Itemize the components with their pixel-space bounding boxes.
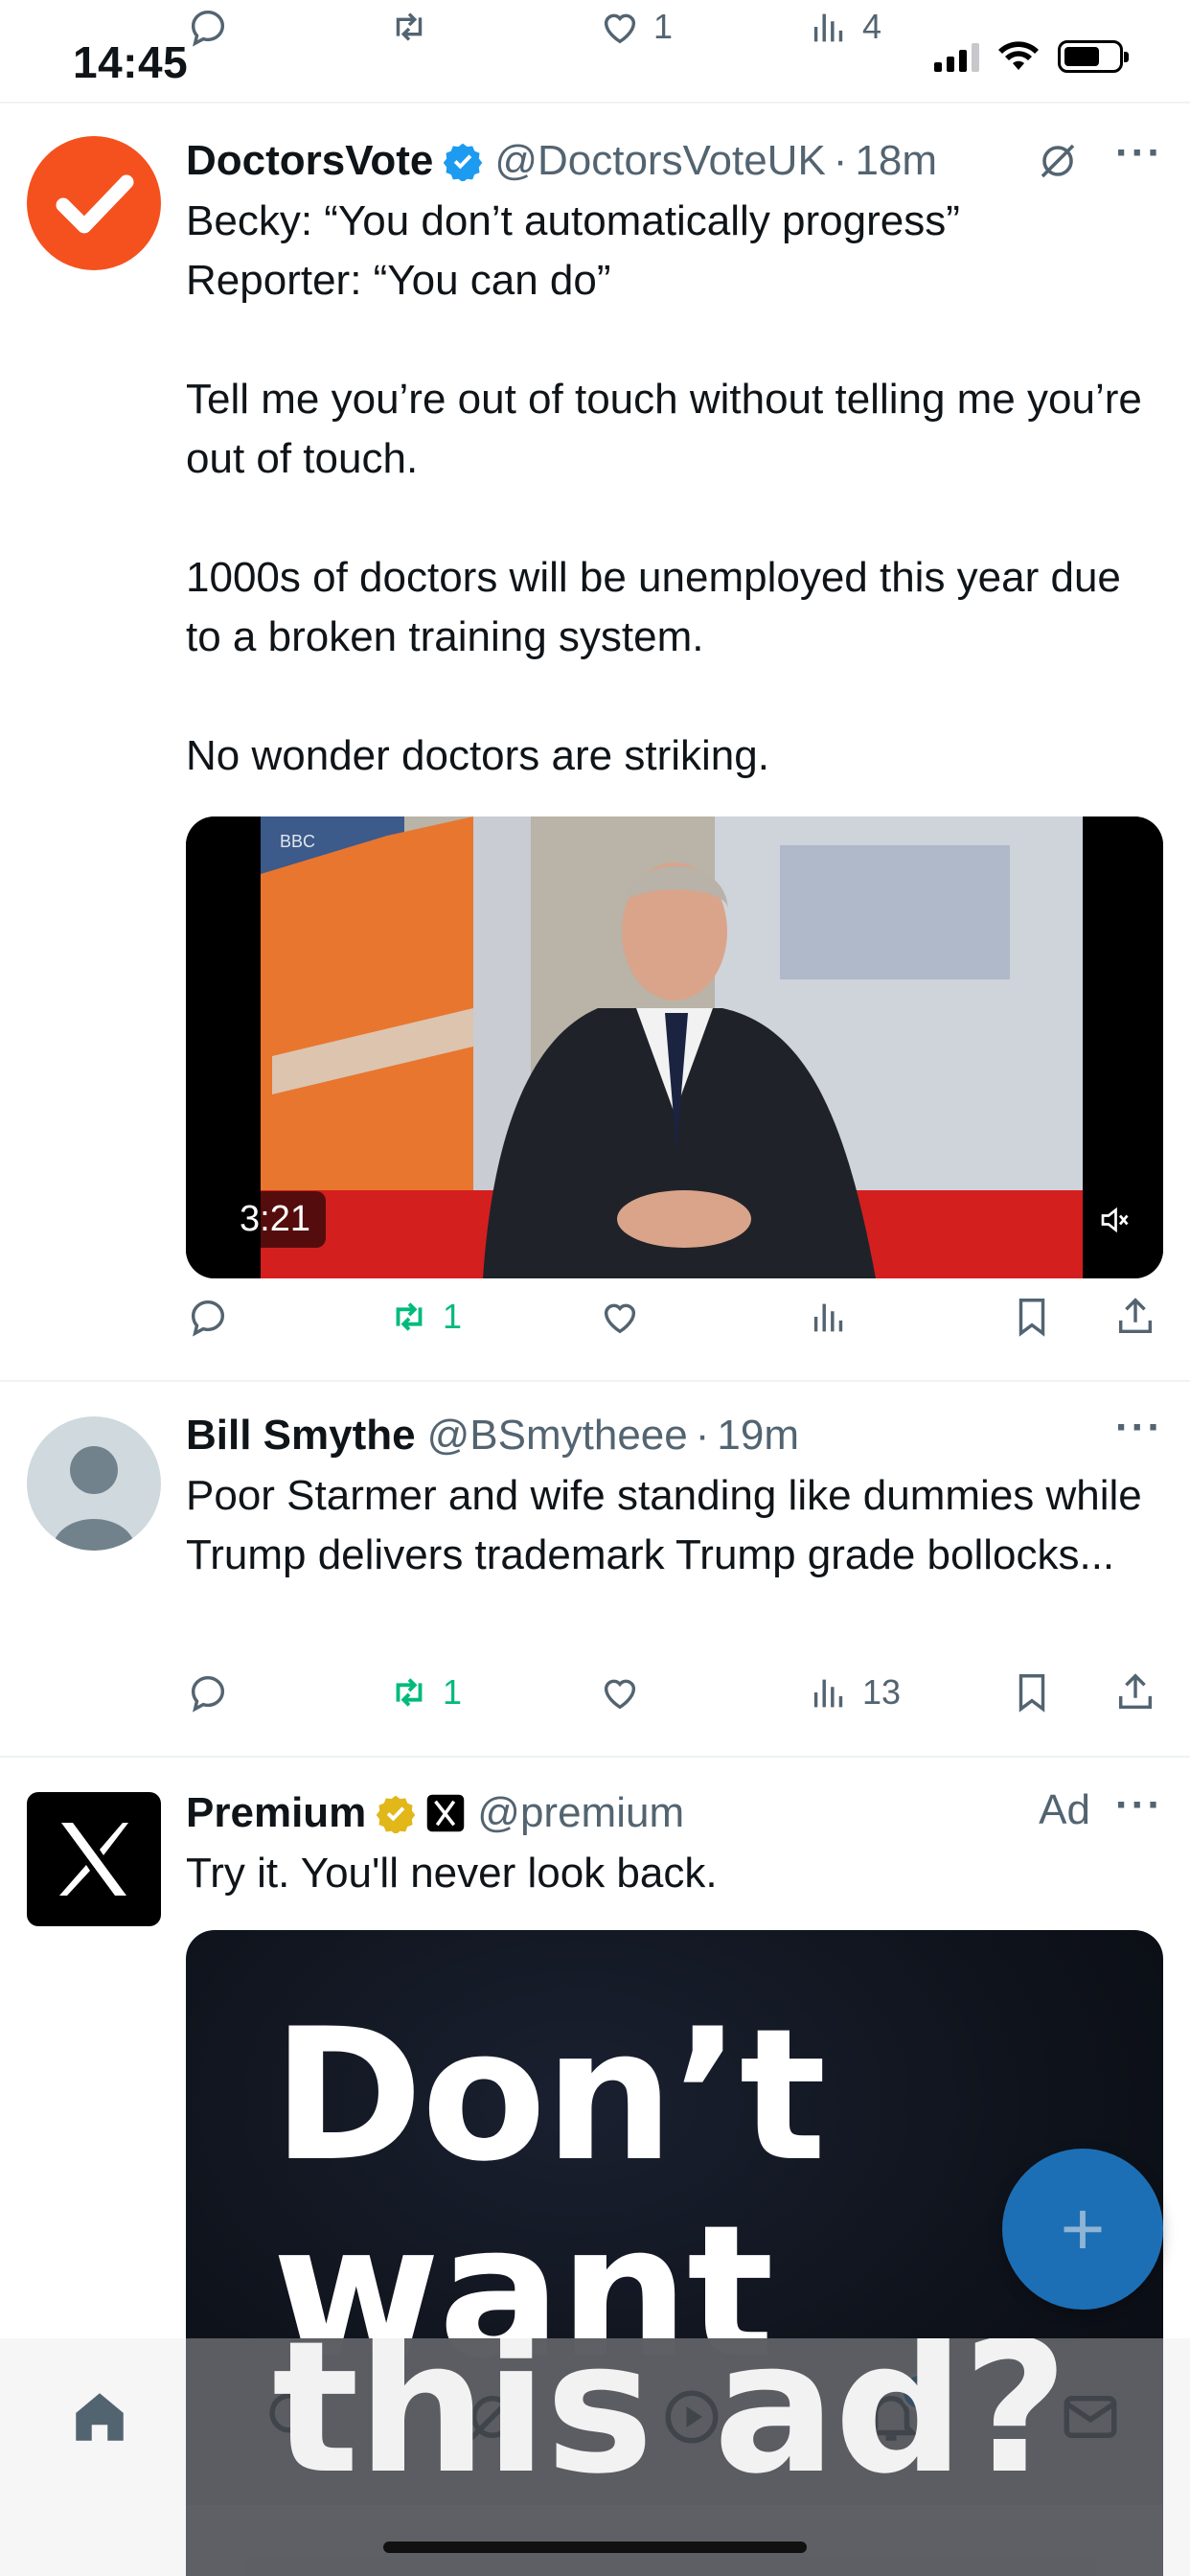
like-count: 1 <box>653 7 674 46</box>
ad-headline-line: this ad? <box>272 2338 1068 2514</box>
video-watermark: BBC <box>280 832 315 851</box>
retweet-count: 1 <box>443 1672 463 1712</box>
compose-post-button[interactable]: + <box>1002 2149 1163 2310</box>
home-indicator[interactable] <box>383 2542 807 2553</box>
divider <box>0 1756 1190 1758</box>
author-name[interactable]: Premium <box>186 1789 366 1837</box>
author-name[interactable]: Bill Smythe <box>186 1412 416 1460</box>
tweet-text: Poor Starmer and wife standing like dumm… <box>186 1472 1154 1578</box>
share-button[interactable] <box>1113 1664 1157 1721</box>
retweet-icon <box>396 1302 423 1331</box>
author-handle[interactable]: @DoctorsVoteUK <box>494 137 825 185</box>
author-handle[interactable]: @premium <box>477 1789 684 1837</box>
reply-button[interactable] <box>186 0 230 56</box>
reply-icon <box>191 1300 225 1337</box>
reply-icon <box>191 1675 225 1713</box>
views-button[interactable]: 4 <box>807 0 881 56</box>
tweet-header: Bill Smythe @BSmytheee · 19m <box>186 1409 1163 1462</box>
checkmark-logo-icon <box>56 174 134 234</box>
share-button[interactable] <box>1113 1288 1157 1346</box>
bookmark-icon <box>1018 1674 1045 1713</box>
ad-headline: Don’t want <box>272 1990 827 2390</box>
speaker-muted-icon <box>1101 1207 1129 1233</box>
tweet-actions: 1 <box>186 1288 1165 1346</box>
previous-tweet-actions: 1 4 <box>186 7 1165 65</box>
tweet-header: Premium @premium <box>186 1786 1163 1840</box>
video-player[interactable]: BBC 3:21 <box>186 816 1163 1278</box>
retweet-icon <box>396 12 423 41</box>
bookmark-icon <box>1018 1299 1045 1337</box>
plus-icon: + <box>1060 2186 1106 2271</box>
avatar[interactable] <box>27 1792 161 1926</box>
heart-icon <box>604 13 636 44</box>
ad-label: Ad <box>1039 1786 1090 1833</box>
views-button[interactable] <box>807 1288 851 1346</box>
views-icon <box>813 13 843 42</box>
divider <box>0 1380 1190 1382</box>
mute-button[interactable] <box>1088 1194 1140 1246</box>
reply-button[interactable] <box>186 1664 230 1721</box>
more-options-button[interactable]: ··· <box>1115 1407 1163 1449</box>
tweet-text: Becky: “You don’t automatically progress… <box>186 197 1142 779</box>
tweet-time[interactable]: 19m <box>717 1412 799 1460</box>
heart-icon <box>604 1303 636 1334</box>
reply-button[interactable] <box>186 1288 230 1346</box>
views-button[interactable]: 13 <box>807 1664 901 1721</box>
bookmark-button[interactable] <box>1010 1288 1054 1346</box>
share-icon <box>1118 1298 1153 1334</box>
x-affiliate-icon <box>427 1794 465 1832</box>
video-duration: 3:21 <box>224 1191 326 1248</box>
like-button[interactable]: 1 <box>598 0 673 56</box>
reply-icon <box>191 10 225 47</box>
x-logo-icon <box>59 1823 128 1896</box>
ad-card-overflow: this ad? <box>186 2338 1163 2576</box>
home-icon <box>76 2393 124 2441</box>
status-time: 14:45 <box>73 37 189 87</box>
retweet-button[interactable]: 1 <box>387 1664 462 1721</box>
tweet-actions: 1 13 <box>186 1664 1165 1721</box>
avatar[interactable] <box>27 1416 161 1551</box>
grok-icon[interactable] <box>1035 138 1081 184</box>
separator: · <box>833 137 848 184</box>
like-button[interactable] <box>598 1664 642 1721</box>
retweet-button[interactable]: 1 <box>387 1288 462 1346</box>
ad-headline-line: Don’t <box>272 1990 827 2201</box>
retweet-button[interactable] <box>387 0 431 56</box>
author-name[interactable]: DoctorsVote <box>186 137 433 185</box>
video-thumbnail: BBC <box>186 816 1163 1278</box>
tweet-header: DoctorsVote @DoctorsVoteUK · 18m <box>186 134 1163 188</box>
tweet-text: Try it. You'll never look back. <box>186 1850 718 1897</box>
bookmark-button[interactable] <box>1010 1664 1054 1721</box>
share-icon <box>1118 1673 1153 1710</box>
retweet-count: 1 <box>443 1297 463 1336</box>
retweet-icon <box>396 1678 423 1707</box>
views-count: 13 <box>862 1672 902 1712</box>
nav-home[interactable] <box>65 2382 134 2451</box>
avatar[interactable] <box>27 136 161 270</box>
views-icon <box>813 1303 843 1332</box>
views-count: 4 <box>862 7 882 46</box>
separator: · <box>695 1412 710 1459</box>
verified-badge-icon <box>444 143 483 181</box>
views-icon <box>813 1679 843 1708</box>
gold-verified-badge-icon <box>376 1795 416 1833</box>
more-options-button[interactable]: ··· <box>1115 1784 1163 1827</box>
divider <box>0 102 1190 104</box>
default-avatar-icon <box>52 1446 136 1551</box>
more-options-button[interactable]: ··· <box>1115 132 1163 174</box>
tweet-time[interactable]: 18m <box>855 137 937 185</box>
author-handle[interactable]: @BSmytheee <box>427 1412 688 1460</box>
like-button[interactable] <box>598 1288 642 1346</box>
heart-icon <box>604 1679 636 1710</box>
